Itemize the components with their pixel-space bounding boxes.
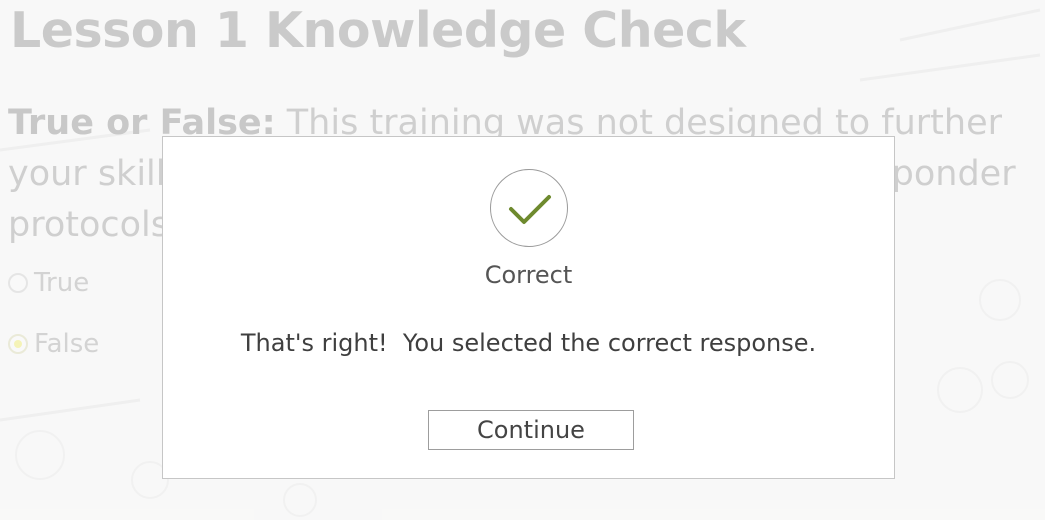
checkmark-icon: [490, 169, 568, 247]
continue-button[interactable]: Continue: [428, 410, 634, 450]
feedback-message: That's right! You selected the correct r…: [240, 329, 817, 357]
feedback-title: Correct: [484, 261, 573, 289]
feedback-dialog: Correct That's right! You selected the c…: [162, 136, 895, 479]
